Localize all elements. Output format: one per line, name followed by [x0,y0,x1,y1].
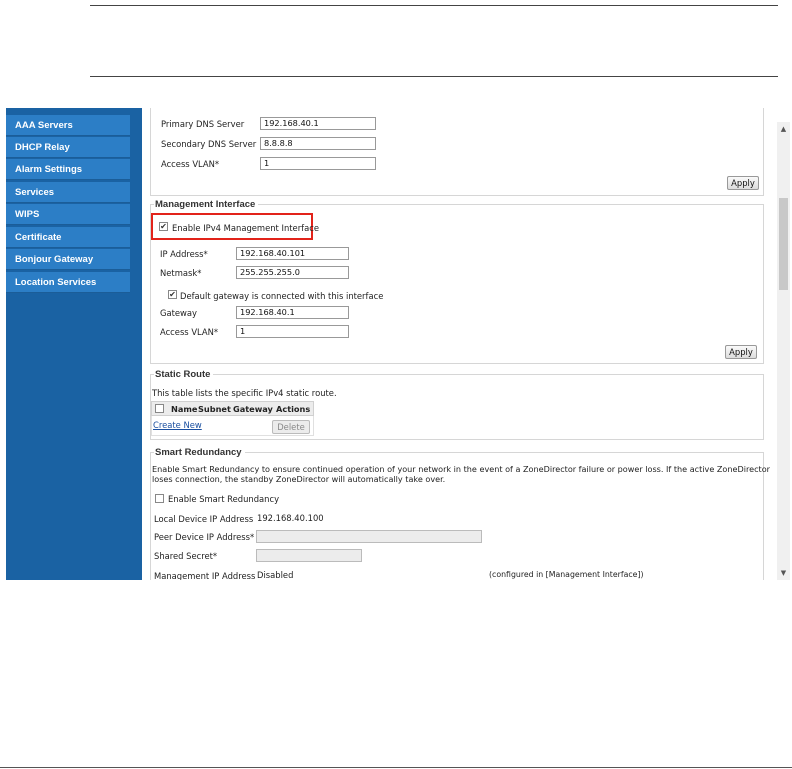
sidebar: AAA Servers DHCP Relay Alarm Settings Se… [6,108,142,580]
sidebar-item-dhcp-relay[interactable]: DHCP Relay [6,137,130,158]
gateway-input[interactable]: 192.168.40.1 [236,306,349,319]
ip-address-input[interactable]: 192.168.40.101 [236,247,349,260]
enable-management-checkbox[interactable]: ✔ [159,222,168,231]
bottom-rule [0,767,792,768]
delete-button[interactable]: Delete [272,420,310,434]
dns-access-vlan-input[interactable]: 1 [260,157,376,170]
dns-apply-button[interactable]: Apply [727,176,759,190]
mgmt-access-vlan-input[interactable]: 1 [236,325,349,338]
scroll-up-arrow-icon[interactable]: ▲ [777,124,790,134]
screenshot-frame: AAA Servers DHCP Relay Alarm Settings Se… [6,108,790,580]
dns-access-vlan-label: Access VLAN* [161,159,220,169]
netmask-input[interactable]: 255.255.255.0 [236,266,349,279]
smart-redundancy-description-line2: loses connection, the standby ZoneDirect… [152,474,446,484]
enable-smart-redundancy-label: Enable Smart Redundancy [168,494,280,504]
local-ip-label: Local Device IP Address [154,514,254,524]
dns-panel: Primary DNS Server 192.168.40.1 Secondar… [150,108,764,196]
default-gateway-label: Default gateway is connected with this i… [180,291,384,301]
sidebar-item-alarm-settings[interactable]: Alarm Settings [6,159,130,180]
secondary-dns-label: Secondary DNS Server [161,139,257,149]
local-ip-value: 192.168.40.100 [257,513,324,523]
column-actions: Actions [276,404,311,414]
static-route-table-header: Name Subnet Gateway Actions [151,401,314,416]
enable-management-label: Enable IPv4 Management Interface [172,223,319,233]
management-apply-button[interactable]: Apply [725,345,757,359]
smart-redundancy-title: Smart Redundancy [154,447,245,458]
create-new-link[interactable]: Create New [153,420,202,430]
sidebar-item-certificate[interactable]: Certificate [6,227,130,248]
secondary-dns-input[interactable]: 8.8.8.8 [260,137,376,150]
shared-secret-input[interactable] [256,549,362,562]
management-ip-note: (configured in [Management Interface]) [489,570,644,579]
column-gateway: Gateway [233,404,273,414]
select-all-checkbox[interactable] [155,404,164,413]
static-route-title: Static Route [154,369,214,380]
smart-redundancy-description-line1: Enable Smart Redundancy to ensure contin… [152,464,771,474]
sidebar-item-location-services[interactable]: Location Services [6,272,130,293]
column-name: Name [171,404,198,414]
sidebar-item-aaa-servers[interactable]: AAA Servers [6,115,130,136]
scrollbar-thumb[interactable] [779,198,788,290]
peer-ip-label: Peer Device IP Address* [154,532,255,542]
scroll-down-arrow-icon[interactable]: ▼ [777,568,790,578]
management-interface-title: Management Interface [154,199,259,210]
peer-ip-input[interactable] [256,530,482,543]
column-subnet: Subnet [198,404,231,414]
gateway-label: Gateway [160,308,197,318]
ip-address-label: IP Address* [160,249,208,259]
main-content: Primary DNS Server 192.168.40.1 Secondar… [142,108,777,580]
management-ip-value: Disabled [257,570,294,580]
top-rule [90,5,778,6]
sidebar-item-services[interactable]: Services [6,182,130,203]
static-route-description: This table lists the specific IPv4 stati… [152,388,337,398]
vertical-scrollbar[interactable]: ▲ ▼ [777,122,790,580]
enable-smart-redundancy-checkbox[interactable] [155,494,164,503]
management-ip-label: Management IP Address [154,571,256,580]
header-rule [90,76,778,77]
shared-secret-label: Shared Secret* [154,551,218,561]
primary-dns-input[interactable]: 192.168.40.1 [260,117,376,130]
sidebar-item-wips[interactable]: WIPS [6,204,130,225]
primary-dns-label: Primary DNS Server [161,119,245,129]
default-gateway-checkbox[interactable]: ✔ [168,290,177,299]
mgmt-access-vlan-label: Access VLAN* [160,327,219,337]
sidebar-item-bonjour-gateway[interactable]: Bonjour Gateway [6,249,130,270]
netmask-label: Netmask* [160,268,202,278]
